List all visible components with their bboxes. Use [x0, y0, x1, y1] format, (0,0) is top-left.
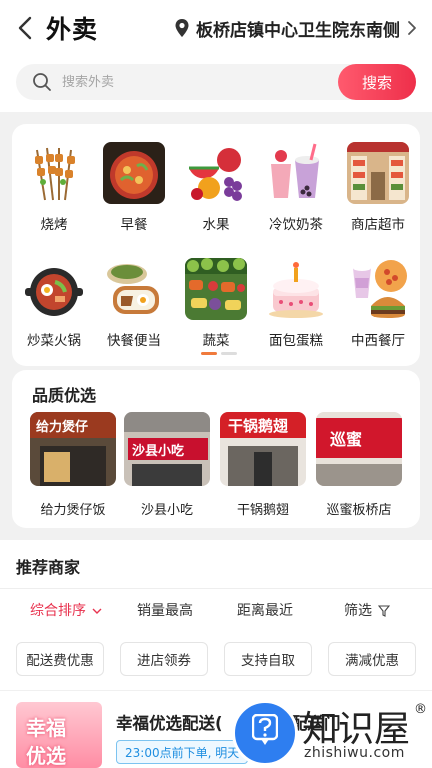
- shop-label: 沙县小吃: [140, 503, 193, 518]
- category-cake[interactable]: 面包蛋糕: [256, 258, 336, 358]
- category-fruit[interactable]: 水果: [176, 142, 256, 242]
- shop-sign: 巡蜜: [330, 430, 363, 449]
- category-label: 水果: [202, 217, 230, 233]
- sort-label: 销量最高: [137, 603, 193, 619]
- watermark-registered: ®: [414, 702, 427, 717]
- section-title: 推荐商家: [16, 558, 81, 577]
- shop-sign: 沙县小吃: [132, 444, 185, 459]
- fruit-icon: [185, 142, 247, 204]
- search-icon: [33, 73, 51, 91]
- category-label: 快餐便当: [107, 333, 161, 349]
- filter-chip-delivery-fee[interactable]: 配送费优惠: [16, 642, 104, 676]
- chevron-right-icon: [408, 21, 416, 35]
- search-input[interactable]: [62, 64, 342, 100]
- divider: [0, 588, 432, 589]
- question-icon: [252, 714, 278, 745]
- category-bento[interactable]: 快餐便当: [94, 258, 174, 358]
- supermarket-icon: [347, 142, 409, 204]
- page-dot: [221, 352, 237, 355]
- hotpot-icon: [23, 258, 85, 320]
- store-image-text: 幸福: [26, 716, 66, 740]
- page-indicator: [201, 352, 237, 356]
- vegetable-icon: [185, 258, 247, 320]
- back-button[interactable]: [14, 14, 38, 42]
- bbq-icon: [23, 142, 85, 204]
- category-label: 商店超市: [351, 217, 405, 233]
- category-label: 冷饮奶茶: [269, 217, 323, 233]
- shop-image: 沙县小吃: [124, 412, 210, 486]
- category-supermarket[interactable]: 商店超市: [338, 142, 418, 242]
- search-button[interactable]: 搜索: [338, 64, 416, 100]
- shop-sign: 干锅鹅翅: [228, 417, 289, 435]
- shop-label: 干锅鹅翅: [236, 503, 289, 518]
- category-milk-tea[interactable]: 冷饮奶茶: [256, 142, 336, 242]
- store-name-text: 幸福优选配送(: [116, 714, 223, 733]
- filter-label: 筛选: [344, 603, 372, 619]
- sort-label: 距离最近: [237, 603, 293, 619]
- sort-distance[interactable]: 距离最近: [237, 600, 293, 620]
- category-label: 烧烤: [40, 217, 68, 233]
- cake-icon: [265, 258, 327, 320]
- shop-image: 干锅鹅翅: [220, 412, 306, 486]
- location-pin-icon: [175, 19, 189, 37]
- chevron-left-icon: [18, 16, 32, 40]
- store-image[interactable]: 幸福 优选: [16, 702, 102, 768]
- delivery-time-tag: 23:00点前下单, 明天: [116, 740, 249, 764]
- search-bar: 搜索: [16, 64, 416, 100]
- category-bbq[interactable]: 烧烤: [14, 142, 94, 242]
- category-restaurant[interactable]: 中西餐厅: [338, 258, 418, 358]
- quality-section: 品质优选 给力煲仔 给力煲仔饭 沙县小吃 沙县小吃 干锅鹅翅 干锅鹅翅 巡蜜 巡…: [12, 370, 420, 528]
- filter-icon: [378, 605, 391, 617]
- shop-card[interactable]: 巡蜜 巡蜜板桥店: [314, 412, 404, 518]
- store-image-text: 优选: [26, 744, 66, 768]
- shop-image: 巡蜜: [316, 412, 402, 486]
- category-label: 中西餐厅: [351, 333, 405, 349]
- filter-chip-coupon[interactable]: 进店领券: [120, 642, 208, 676]
- category-label: 早餐: [120, 217, 148, 233]
- filter-button[interactable]: 筛选: [344, 600, 391, 620]
- bento-icon: [103, 258, 165, 320]
- page-title: 外卖: [46, 15, 99, 44]
- filter-chip-pickup[interactable]: 支持自取: [224, 642, 312, 676]
- shop-card[interactable]: 干锅鹅翅 干锅鹅翅: [218, 412, 308, 518]
- page-dot-active: [201, 352, 217, 355]
- restaurant-icon: [347, 258, 409, 320]
- category-vegetable[interactable]: 蔬菜: [176, 258, 256, 358]
- header: 外卖 板桥店镇中心卫生院东南侧 搜索: [0, 0, 432, 112]
- category-hotpot[interactable]: 炒菜火锅: [14, 258, 94, 358]
- section-title: 品质优选: [32, 386, 97, 405]
- category-grid: 烧烤 早餐 水果 冷饮奶茶 商店超市 炒菜火锅 快餐便当 蔬菜 面包蛋糕 中西餐…: [12, 124, 420, 366]
- watermark-url: zhishiwu.com: [304, 745, 405, 761]
- milk-tea-icon: [265, 142, 327, 204]
- chevron-down-icon: [92, 608, 102, 614]
- shop-sign: 给力煲仔: [36, 420, 89, 435]
- location-selector[interactable]: 板桥店镇中心卫生院东南侧: [174, 14, 418, 42]
- sort-sales[interactable]: 销量最高: [137, 600, 193, 620]
- category-breakfast[interactable]: 早餐: [94, 142, 174, 242]
- shop-label: 给力煲仔饭: [40, 503, 106, 518]
- shop-card[interactable]: 给力煲仔 给力煲仔饭: [28, 412, 118, 518]
- watermark-logo: [232, 700, 298, 766]
- sort-label: 综合排序: [30, 603, 86, 619]
- shop-image: 给力煲仔: [30, 412, 116, 486]
- filter-chip-discount[interactable]: 满减优惠: [328, 642, 416, 676]
- shop-label: 巡蜜板桥店: [326, 503, 392, 518]
- category-label: 面包蛋糕: [269, 333, 323, 349]
- location-text: 板桥店镇中心卫生院东南侧: [196, 20, 400, 41]
- shop-card[interactable]: 沙县小吃 沙县小吃: [122, 412, 212, 518]
- category-label: 炒菜火锅: [27, 333, 81, 349]
- breakfast-icon: [103, 142, 165, 204]
- sort-comprehensive[interactable]: 综合排序: [30, 600, 102, 620]
- divider: [0, 690, 432, 691]
- category-label: 蔬菜: [202, 333, 230, 349]
